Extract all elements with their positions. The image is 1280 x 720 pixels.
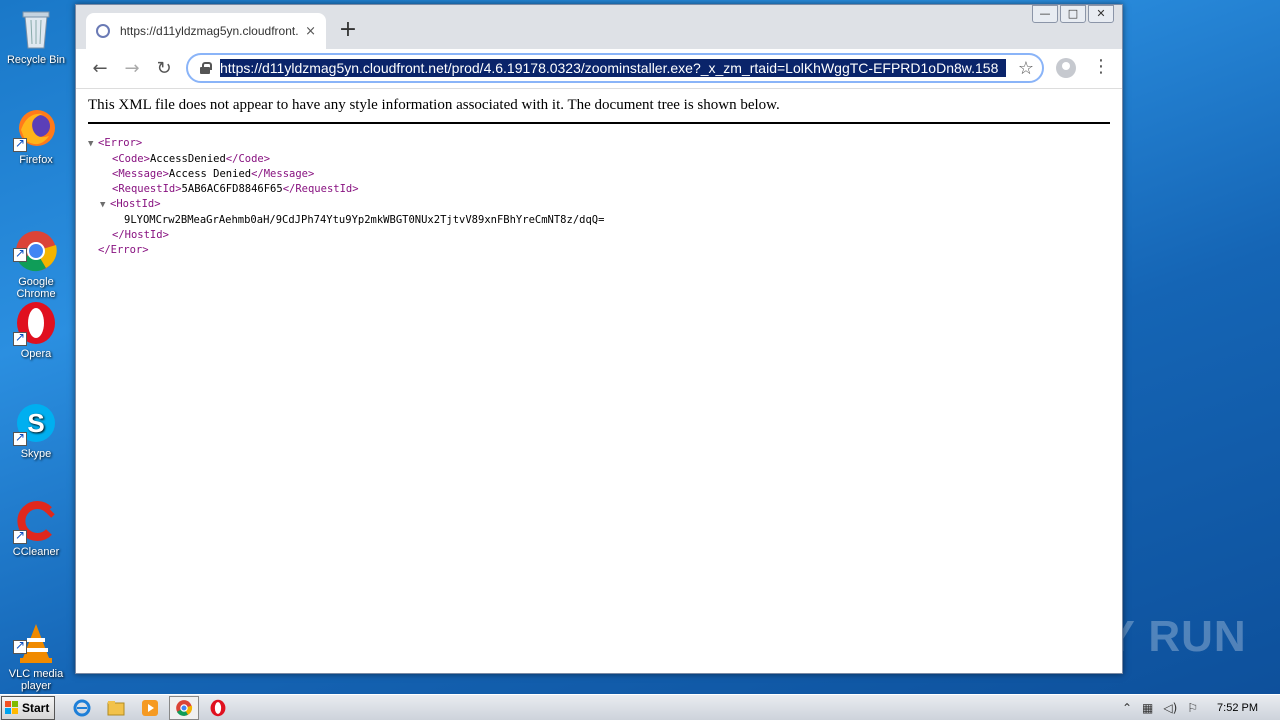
desktop-icon-firefox[interactable]: Firefox <box>6 106 66 166</box>
desktop-icon-label: CCleaner <box>12 546 60 558</box>
desktop-icon-label: VLC media player <box>8 668 64 692</box>
opera-icon <box>210 699 226 716</box>
close-tab-icon[interactable]: × <box>305 24 316 39</box>
folder-icon <box>107 700 125 715</box>
show-hidden-icons-icon[interactable]: ⌃ <box>1122 701 1132 715</box>
network-icon[interactable]: ▦ <box>1142 701 1153 715</box>
shortcut-arrow-icon <box>13 330 27 346</box>
recycle-bin-icon <box>13 6 59 52</box>
xml-line-code: <Code>AccessDenied</Code> <box>112 153 271 165</box>
skype-icon: S <box>13 400 59 446</box>
globe-icon <box>96 24 110 38</box>
media-player-icon <box>142 699 158 716</box>
shortcut-arrow-icon <box>13 246 27 262</box>
xml-line-requestid: <RequestId>5AB6AC6FD8846F65</RequestId> <box>112 183 359 195</box>
taskbar-chrome[interactable] <box>169 695 199 720</box>
desktop-icon-label: Opera <box>20 348 52 360</box>
xml-line-error-close: </Error> <box>98 244 149 256</box>
page-content: This XML file does not appear to have an… <box>76 89 1122 673</box>
xml-line-message: <Message>Access Denied</Message> <box>112 168 315 180</box>
browser-toolbar: ← → ↻ https://d11yldzmag5yn.cloudfront.n… <box>76 49 1122 89</box>
vlc-icon <box>13 608 59 663</box>
shortcut-arrow-icon <box>13 136 27 152</box>
desktop-icon-opera[interactable]: Opera <box>6 300 66 360</box>
new-tab-button[interactable]: + <box>338 17 358 42</box>
windows-logo-icon <box>5 700 19 715</box>
firefox-icon <box>13 106 59 152</box>
desktop-icon-label: Skype <box>20 448 52 460</box>
bookmark-star-icon[interactable]: ☆ <box>1018 58 1034 79</box>
xml-info-message: This XML file does not appear to have an… <box>88 89 1110 124</box>
opera-icon <box>13 300 59 346</box>
profile-avatar-icon[interactable] <box>1056 58 1076 78</box>
desktop-icon-skype[interactable]: S Skype <box>6 400 66 460</box>
address-bar[interactable]: https://d11yldzmag5yn.cloudfront.net/pro… <box>186 53 1044 83</box>
xml-line-hostid-open[interactable]: ▼ <HostId> <box>88 197 1110 213</box>
collapse-triangle-icon[interactable]: ▼ <box>100 198 110 213</box>
desktop-icon-vlc[interactable]: VLC media player <box>6 596 66 704</box>
action-center-flag-icon[interactable]: ⚐ <box>1187 701 1198 715</box>
taskbar-file-explorer[interactable] <box>101 696 131 720</box>
collapse-triangle-icon[interactable]: ▼ <box>88 137 98 152</box>
shortcut-arrow-icon <box>13 430 27 446</box>
taskbar-internet-explorer[interactable] <box>67 696 97 720</box>
svg-text:S: S <box>27 408 44 438</box>
shortcut-arrow-icon <box>13 638 27 654</box>
clock[interactable]: 7:52 PM <box>1217 702 1258 714</box>
reload-button[interactable]: ↻ <box>152 57 176 81</box>
desktop-icon-google-chrome[interactable]: Google Chrome <box>6 204 66 312</box>
desktop-icon-label: Recycle Bin <box>6 54 66 66</box>
internet-explorer-icon <box>73 699 91 716</box>
browser-tab[interactable]: https://d11yldzmag5yn.cloudfront.n × <box>86 13 326 49</box>
shortcut-arrow-icon <box>13 528 27 544</box>
start-button[interactable]: Start <box>1 695 55 720</box>
tab-title: https://d11yldzmag5yn.cloudfront.n <box>120 24 300 38</box>
browser-menu-icon[interactable]: ⋮ <box>1092 57 1110 77</box>
taskbar-opera[interactable] <box>203 696 233 720</box>
desktop-icon-label: Google Chrome <box>16 276 56 300</box>
back-button[interactable]: ← <box>88 57 112 81</box>
address-url[interactable]: https://d11yldzmag5yn.cloudfront.net/pro… <box>220 59 1006 77</box>
xml-line-error-open[interactable]: ▼ <Error> <box>88 136 1110 152</box>
xml-line-hostid-close: </HostId> <box>112 229 169 241</box>
system-tray: ⌃ ▦ ◁) ⚐ 7:52 PM <box>1117 695 1280 720</box>
xml-tree: ▼ <Error> <Code>AccessDenied</Code> <Mess… <box>88 136 1110 258</box>
chrome-icon <box>176 699 193 716</box>
taskbar: Start ⌃ ▦ ◁) ⚐ 7:52 PM <box>0 694 1280 720</box>
browser-window: https://d11yldzmag5yn.cloudfront.n × + —… <box>75 4 1123 674</box>
volume-icon[interactable]: ◁) <box>1163 701 1177 715</box>
desktop-icon-label: Firefox <box>19 154 53 166</box>
desktop-icon-recycle-bin[interactable]: Recycle Bin <box>6 6 66 66</box>
ccleaner-icon <box>13 498 59 544</box>
title-bar: https://d11yldzmag5yn.cloudfront.n × + —… <box>76 5 1122 49</box>
maximize-button[interactable]: □ <box>1060 5 1086 23</box>
forward-button[interactable]: → <box>120 57 144 81</box>
chrome-icon <box>13 216 59 272</box>
lock-icon[interactable] <box>200 62 212 74</box>
desktop-icon-ccleaner[interactable]: CCleaner <box>6 498 66 558</box>
close-window-button[interactable]: ✕ <box>1088 5 1114 23</box>
xml-line-hostid-value: 9LYOMCrw2BMeaGrAehmb0aH/9CdJPh74Ytu9Yp2m… <box>124 214 605 226</box>
window-controls: — □ ✕ <box>1030 5 1114 23</box>
start-label: Start <box>22 700 50 715</box>
minimize-button[interactable]: — <box>1032 5 1058 23</box>
taskbar-media-player[interactable] <box>135 696 165 720</box>
